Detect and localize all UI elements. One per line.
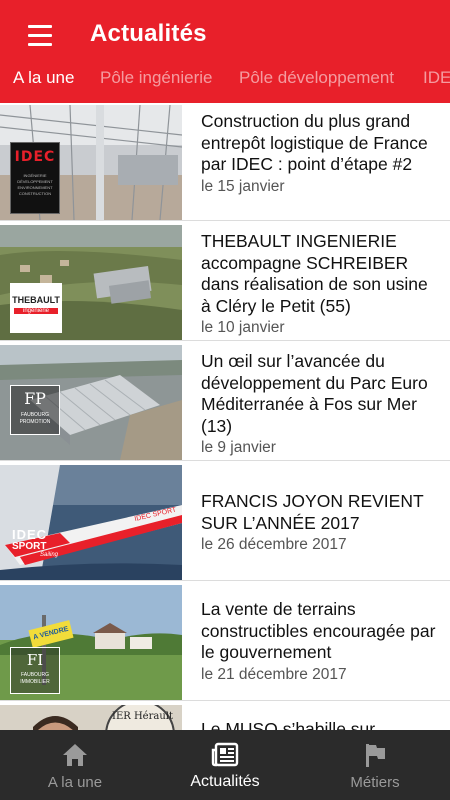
flag-icon [366,744,385,767]
logo-text: IDEC [12,527,48,542]
logo-text: THEBAULT [12,295,60,305]
article-date: le 10 janvier [201,319,285,336]
article-thumbnail: FP FAUBOURG PROMOTION [0,345,182,460]
nav-label: A la une [47,774,103,791]
logo-subtext: Sailing [39,552,58,558]
article-date: le 9 janvier [201,439,276,456]
hamburger-menu-icon[interactable] [22,22,58,50]
article-date: le 26 décembre 2017 [201,536,347,553]
article-item[interactable]: IDEC INGÉNIERIE DÉVELOPPEMENT ENVIRONNEM… [0,103,450,221]
idec-sport-logo: IDEC SPORT Sailing [12,527,62,572]
tab-pole-developpement[interactable]: Pôle développement [239,68,394,88]
article-list[interactable]: IDEC INGÉNIERIE DÉVELOPPEMENT ENVIRONNEM… [0,103,450,730]
article-date: le 21 décembre 2017 [201,665,347,683]
faubourg-promotion-logo: FP FAUBOURG PROMOTION [10,385,60,435]
article-date: le 15 janvier [201,177,285,195]
article-headline: THEBAULT INGENIERIE accompagne SCHREIBER… [201,231,428,316]
logo-subtext: CONSTRUCTION [18,191,52,196]
nav-label: Métiers [350,774,400,791]
category-tabs: A la une Pôle ingénierie Pôle développem… [0,62,450,103]
idec-logo: IDEC INGÉNIERIE DÉVELOPPEMENT ENVIRONNEM… [10,142,60,214]
article-thumbnail: IDEC SPORT IDEC SPORT Sailing [0,465,182,580]
article-item[interactable]: IDEC SPORT IDEC SPORT Sailing FRANCIS JO… [0,463,450,581]
logo-subtext: PROMOTION [19,419,51,425]
article-headline: La vente de terrains constructibles enco… [201,599,436,662]
article-thumbnail: IDEC INGÉNIERIE DÉVELOPPEMENT ENVIRONNEM… [0,105,182,220]
logo-subtext: ingénierie [14,308,58,314]
article-item[interactable]: IER Hérault Le MUSO s’habille sur [0,703,450,730]
sign-text: A VENDRE [32,625,70,642]
logo-subtext: IMMOBILIER [20,679,50,685]
article-headline: Un œil sur l’avancée du développement du… [201,351,428,436]
home-icon [63,744,87,766]
nav-actualites[interactable]: Actualités [150,730,300,800]
herault-logo: IER Hérault [112,711,173,725]
nav-metiers[interactable]: Métiers [300,730,450,800]
bottom-navigation: A la une Actualités Métiers [0,730,450,800]
logo-subtext: FAUBOURG [20,412,50,418]
tab-pole-ingenierie[interactable]: Pôle ingénierie [100,68,212,88]
page-title: Actualités [90,20,207,47]
nav-a-la-une[interactable]: A la une [0,730,150,800]
article-item[interactable]: A VENDRE FI FAUBOURG IMMOBILIER La vente… [0,583,450,701]
article-item[interactable]: FP FAUBOURG PROMOTION Un œil sur l’avanc… [0,343,450,461]
logo-text: FP [24,389,46,408]
app-bar: Actualités A la une Pôle ingénierie Pôle… [0,0,450,103]
article-item[interactable]: THEBAULT ingénierie THEBAULT INGENIERIE … [0,223,450,341]
article-thumbnail: IER Hérault [0,705,182,730]
logo-subtext: FAUBOURG [20,672,50,678]
newspaper-icon [211,742,239,767]
thebault-logo: THEBAULT ingénierie [10,283,62,333]
tab-idec[interactable]: IDEC [423,68,450,88]
article-headline: Le MUSO s’habille sur [201,719,376,730]
logo-text: IER Hérault [112,711,173,722]
logo-text: FI [26,651,44,669]
nav-label: Actualités [190,773,260,790]
faubourg-immobilier-logo: FI FAUBOURG IMMOBILIER [10,647,60,694]
tab-a-la-une[interactable]: A la une [13,68,74,88]
article-headline: Construction du plus grand entrepôt logi… [201,111,428,174]
logo-subtext: SPORT [12,541,47,552]
article-thumbnail: THEBAULT ingénierie [0,225,182,340]
article-headline: FRANCIS JOYON REVIENT SUR L’ANNÉE 2017 [201,491,424,533]
logo-text: IDEC [14,149,56,165]
article-thumbnail: A VENDRE FI FAUBOURG IMMOBILIER [0,585,182,700]
